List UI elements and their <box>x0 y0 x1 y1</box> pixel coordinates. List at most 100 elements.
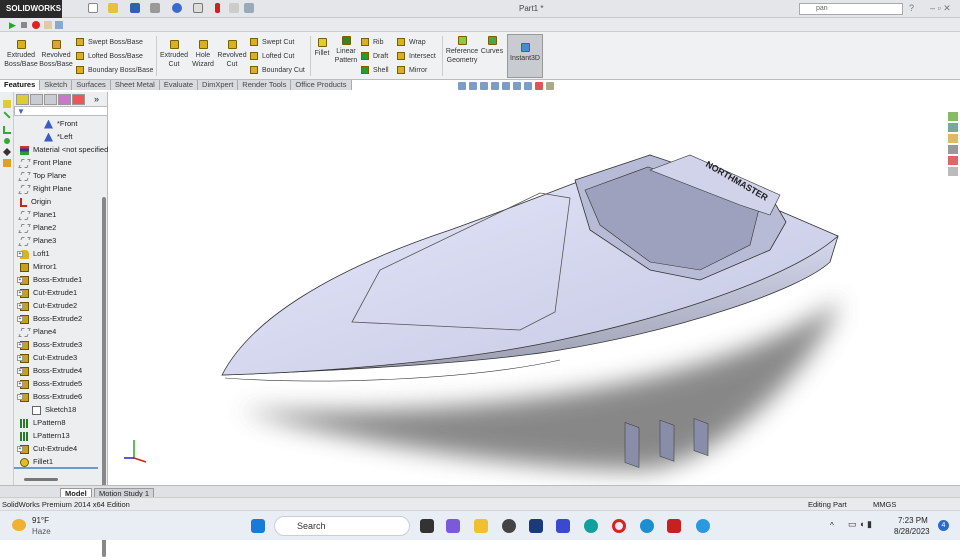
tree-item[interactable]: + Cut-Extrude2 <box>17 300 77 312</box>
rebuild-icon[interactable] <box>215 3 220 13</box>
file-explorer-taskbar-icon[interactable] <box>474 519 488 533</box>
move-icon[interactable] <box>3 148 11 156</box>
tree-item[interactable]: *Left <box>44 131 72 143</box>
tab-evaluate[interactable]: Evaluate <box>159 80 199 90</box>
featuremanager-tab-icon[interactable] <box>16 94 29 105</box>
tree-item[interactable]: + Boss-Extrude3 <box>17 339 82 351</box>
tree-item[interactable]: Top Plane <box>18 170 66 182</box>
boundary-cut-button[interactable]: Boundary Cut <box>250 66 305 75</box>
tree-item[interactable]: Right Plane <box>18 183 72 195</box>
view-orientation-icon[interactable] <box>502 82 510 90</box>
appearances-icon[interactable] <box>948 156 958 165</box>
tree-item[interactable]: *Front <box>44 118 77 130</box>
system-tray-icons[interactable]: ▭ ◖ ▮ <box>848 519 872 530</box>
graphics-area[interactable]: NORTHMASTER <box>108 92 960 485</box>
search-input[interactable]: pan <box>799 3 903 15</box>
tree-item[interactable]: + Boss-Extrude2 <box>17 313 82 325</box>
swept-boss-button[interactable]: Swept Boss/Base <box>76 38 143 47</box>
open-icon[interactable] <box>108 3 118 13</box>
tree-item[interactable]: Sketch18 <box>32 404 76 416</box>
instant3d-button[interactable]: Instant3D <box>507 34 543 78</box>
taskbar-search[interactable]: Search <box>274 516 410 536</box>
linear-pattern-button[interactable]: Linear Pattern <box>332 36 360 65</box>
point-icon[interactable] <box>4 138 10 144</box>
wrap-button[interactable]: Wrap <box>397 38 426 47</box>
expand-toggle[interactable]: + <box>17 277 23 283</box>
previous-view-icon[interactable] <box>480 82 488 90</box>
scene-icon[interactable] <box>546 82 554 90</box>
boundary-boss-button[interactable]: Boundary Boss/Base <box>76 66 153 75</box>
zoom-area-icon[interactable] <box>469 82 477 90</box>
feature-icon[interactable] <box>3 159 11 167</box>
weather-icon[interactable] <box>12 519 26 531</box>
propertymanager-tab-icon[interactable] <box>30 94 43 105</box>
app-icon[interactable] <box>502 519 516 533</box>
mirror-button[interactable]: Mirror <box>397 66 427 75</box>
tree-item[interactable]: Material <not specified> <box>20 144 113 156</box>
hole-wizard-button[interactable]: Hole Wizard <box>190 40 216 69</box>
configurationmanager-tab-icon[interactable] <box>44 94 57 105</box>
fillet-button[interactable]: Fillet <box>312 38 332 58</box>
tree-item[interactable]: Plane1 <box>18 209 56 221</box>
appearance-icon[interactable] <box>535 82 543 90</box>
design-library-icon[interactable] <box>948 123 958 132</box>
start-icon[interactable] <box>251 519 265 533</box>
clock-date[interactable]: 8/28/2023 <box>894 527 930 536</box>
shell-button[interactable]: Shell <box>361 66 389 75</box>
tree-item[interactable]: Mirror1 <box>20 261 57 273</box>
tab-office-products[interactable]: Office Products <box>291 80 352 90</box>
new-macro-icon[interactable] <box>44 21 52 29</box>
expand-toggle[interactable]: - <box>17 394 23 400</box>
expand-toggle[interactable]: + <box>17 355 23 361</box>
teams-icon[interactable] <box>446 519 460 533</box>
tree-item[interactable]: + Cut-Extrude1 <box>17 287 77 299</box>
tree-item[interactable]: LPattern13 <box>20 430 70 442</box>
tab-features[interactable]: Features <box>0 80 41 90</box>
tree-item[interactable]: + Boss-Extrude4 <box>17 365 82 377</box>
expand-toggle[interactable]: + <box>17 368 23 374</box>
lofted-cut-button[interactable]: Lofted Cut <box>250 52 294 61</box>
hide-show-icon[interactable] <box>524 82 532 90</box>
display-style-icon[interactable] <box>513 82 521 90</box>
app-icon-2[interactable] <box>556 519 570 533</box>
curves-button[interactable]: Curves <box>480 36 504 56</box>
section-view-icon[interactable] <box>491 82 499 90</box>
display-manager-tab-icon[interactable] <box>72 94 85 105</box>
tree-item[interactable]: Plane3 <box>18 235 56 247</box>
expand-toggle[interactable]: + <box>17 316 23 322</box>
task-view-icon[interactable] <box>420 519 434 533</box>
revolved-boss-button[interactable]: Revolved Boss/Base <box>38 40 74 69</box>
dimxpert-tab-icon[interactable] <box>58 94 71 105</box>
window-controls[interactable]: – ▫ ✕ <box>930 3 951 14</box>
stop-icon[interactable] <box>21 22 27 28</box>
line-icon[interactable] <box>3 111 11 119</box>
draft-button[interactable]: Draft <box>361 52 388 61</box>
tree-item[interactable]: + Cut-Extrude4 <box>17 443 77 455</box>
custom-properties-icon[interactable] <box>948 167 958 176</box>
swept-cut-button[interactable]: Swept Cut <box>250 38 294 47</box>
tree-item[interactable]: + Boss-Extrude5 <box>17 378 82 390</box>
solidworks-logo[interactable]: SOLIDWORKS <box>0 0 62 18</box>
rib-button[interactable]: Rib <box>361 38 384 47</box>
new-document-icon[interactable] <box>88 3 98 13</box>
notification-badge[interactable]: 4 <box>938 520 949 531</box>
help-icon[interactable]: ? <box>909 3 914 13</box>
expand-toggle[interactable]: + <box>17 251 23 257</box>
tree-item[interactable]: Front Plane <box>18 157 72 169</box>
reference-geometry-button[interactable]: Reference Geometry <box>444 36 480 65</box>
expand-toggle[interactable]: + <box>17 381 23 387</box>
edit-macro-icon[interactable] <box>55 21 63 29</box>
store-icon[interactable] <box>529 519 543 533</box>
tab-dimxpert[interactable]: DimXpert <box>198 80 239 90</box>
tab-sketch[interactable]: Sketch <box>40 80 73 90</box>
tree-item[interactable]: LPattern8 <box>20 417 66 429</box>
save-icon[interactable] <box>130 3 140 13</box>
select-icon[interactable] <box>193 3 203 13</box>
extruded-cut-button[interactable]: Extruded Cut <box>158 40 190 69</box>
expand-toggle[interactable]: + <box>17 446 23 452</box>
play-icon[interactable]: ▶ <box>9 20 16 31</box>
solidworks-taskbar-icon[interactable] <box>667 519 681 533</box>
tree-item[interactable]: + Cut-Extrude3 <box>17 352 77 364</box>
tree-item[interactable]: - Boss-Extrude6 <box>17 391 82 403</box>
file-properties-icon[interactable] <box>229 3 239 13</box>
